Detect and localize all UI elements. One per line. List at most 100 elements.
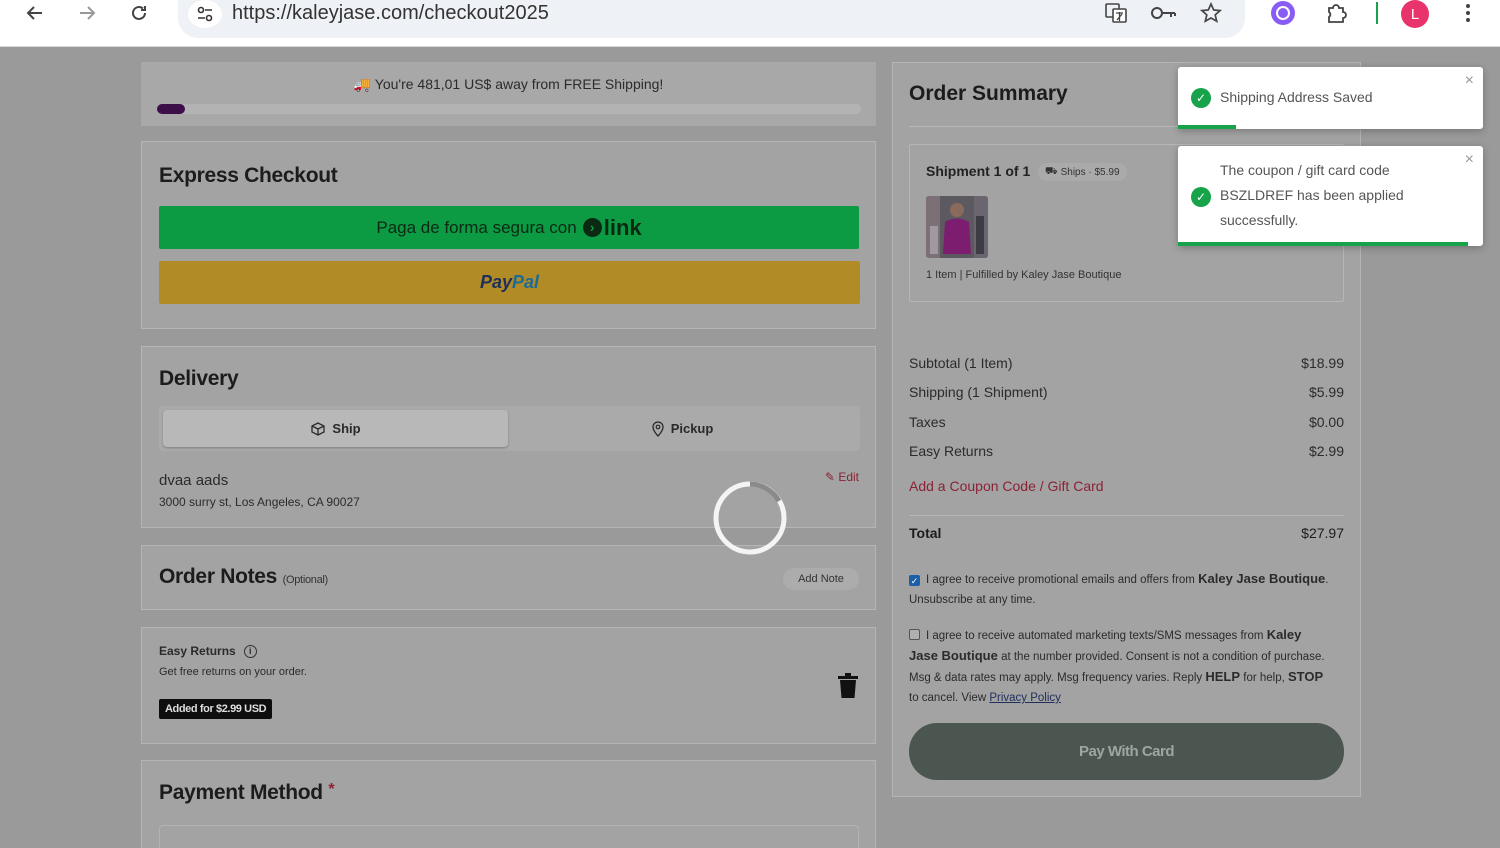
edit-address-link[interactable]: ✎ Edit — [825, 470, 859, 484]
browser-menu-button[interactable] — [1453, 0, 1483, 26]
toolbar-divider — [1376, 2, 1378, 24]
summary-row-label: Taxes — [909, 414, 946, 430]
sms-consent-checkbox[interactable] — [909, 629, 920, 640]
link-pay-button[interactable]: Paga de forma segura con › link — [159, 206, 859, 249]
summary-row-value: $0.00 — [1308, 414, 1344, 430]
reload-button[interactable] — [122, 0, 156, 26]
sms-consent-text-c: for help, — [1243, 672, 1285, 684]
product-thumbnail[interactable] — [926, 196, 988, 258]
payment-method-title: Payment Method * — [159, 781, 335, 805]
total-row: Total $27.97 — [909, 525, 1344, 541]
info-icon[interactable]: i — [243, 644, 257, 658]
email-consent-text-a: I agree to receive promotional emails an… — [926, 574, 1195, 586]
tab-ship-label: Ship — [332, 421, 361, 436]
link-pay-label: Paga de forma segura con — [376, 217, 577, 237]
address-bar[interactable]: https://kaleyjase.com/checkout2025 — [178, 0, 1245, 38]
payment-method-section: Payment Method * — [141, 760, 876, 848]
add-coupon-link[interactable]: Add a Coupon Code / Gift Card — [909, 478, 1104, 494]
total-value: $27.97 — [1301, 525, 1344, 541]
easy-returns-title: Easy Returns i — [159, 644, 257, 658]
order-notes-title: Order Notes (Optional) — [159, 565, 328, 589]
bookmark-button[interactable] — [1196, 0, 1226, 26]
summary-row-value: $18.99 — [1301, 355, 1344, 371]
profile-avatar[interactable]: L — [1401, 0, 1429, 28]
shipment-title: Shipment 1 of 1 — [926, 163, 1031, 179]
product-image — [926, 196, 988, 258]
check-circle-icon: ✓ — [1191, 187, 1211, 207]
toast-message: Shipping Address Saved — [1220, 89, 1373, 105]
sms-consent: I agree to receive automated marketing t… — [909, 625, 1329, 708]
free-shipping-banner: 🚚 You're 481,01 US$ away from FREE Shipp… — [141, 62, 876, 126]
free-shipping-progress-fill — [157, 104, 186, 114]
summary-row-label: Subtotal (1 Item) — [909, 355, 1013, 371]
tune-icon — [197, 6, 213, 22]
easy-returns-added-badge: Added for $2.99 USD — [159, 699, 273, 719]
star-icon — [1200, 2, 1222, 23]
summary-row-easy-returns: Easy Returns $2.99 — [909, 443, 1344, 459]
kebab-menu-icon — [1466, 4, 1470, 22]
trash-icon[interactable] — [837, 673, 859, 699]
divider — [909, 515, 1344, 516]
optional-label: (Optional) — [282, 574, 329, 586]
email-consent-checkbox[interactable]: ✓ — [909, 575, 920, 586]
delivery-method-tabs: Ship Pickup — [159, 406, 860, 451]
privacy-policy-link[interactable]: Privacy Policy — [989, 692, 1061, 704]
easy-returns-subtitle: Get free returns on your order. — [159, 666, 307, 678]
express-checkout-section: Express Checkout Paga de forma segura co… — [141, 141, 876, 329]
toast-message: The coupon / gift card code BSZLDREF has… — [1220, 162, 1404, 228]
free-shipping-progress — [157, 104, 861, 114]
payment-method-title-text: Payment Method — [159, 781, 323, 804]
link-brand: link — [603, 214, 642, 240]
delivery-truck-icon: 🚚 — [353, 76, 372, 92]
pencil-icon: ✎ — [824, 470, 835, 484]
ai-extension-button[interactable] — [1268, 0, 1298, 26]
back-button[interactable] — [18, 0, 52, 26]
ai-extension-icon — [1271, 1, 1295, 25]
sms-stop-keyword: STOP — [1288, 669, 1324, 684]
translate-button[interactable] — [1101, 0, 1131, 26]
edit-label: Edit — [838, 470, 859, 484]
site-settings-button[interactable] — [188, 0, 222, 28]
sms-consent-text-a: I agree to receive automated marketing t… — [926, 630, 1264, 642]
forward-button[interactable] — [70, 0, 104, 26]
tab-pickup[interactable]: Pickup — [508, 410, 856, 447]
easy-returns-section: Easy Returns i Get free returns on your … — [141, 627, 876, 744]
order-summary-title: Order Summary — [909, 82, 1068, 105]
truck-icon: ⛟ — [1045, 165, 1058, 177]
password-button[interactable] — [1148, 0, 1178, 26]
shipping-cost-badge-text: Ships · $5.99 — [1060, 166, 1120, 178]
email-consent: ✓ I agree to receive promotional emails a… — [909, 569, 1329, 610]
close-icon[interactable]: × — [1465, 151, 1474, 169]
translate-icon — [1105, 3, 1127, 23]
reload-icon — [132, 5, 146, 20]
paypal-logo-part2: Pal — [512, 272, 540, 292]
sms-consent-text-d: to cancel. View — [909, 692, 987, 704]
url-text[interactable]: https://kaleyjase.com/checkout2025 — [232, 2, 549, 25]
puzzle-icon — [1328, 4, 1347, 23]
address-line: 3000 surry st, Los Angeles, CA 90027 — [159, 495, 360, 509]
delivery-title: Delivery — [159, 367, 239, 390]
summary-row-taxes: Taxes $0.00 — [909, 414, 1344, 430]
email-consent-brand: Kaley Jase Boutique — [1198, 571, 1326, 586]
location-pin-icon — [652, 420, 664, 437]
summary-row-subtotal: Subtotal (1 Item) $18.99 — [909, 355, 1344, 371]
add-note-button[interactable]: Add Note — [783, 568, 859, 590]
payment-option-card[interactable] — [159, 825, 859, 848]
pay-with-card-button[interactable]: Pay With Card — [909, 723, 1344, 780]
sms-help-keyword: HELP — [1205, 669, 1241, 684]
toast-progress — [1178, 242, 1468, 246]
address-name: dvaa aads — [159, 472, 229, 489]
summary-row-value: $2.99 — [1308, 443, 1344, 459]
link-arrow-icon: › — [582, 218, 602, 237]
paypal-button[interactable]: Pay Pal — [159, 261, 860, 304]
toast-progress — [1178, 125, 1236, 129]
summary-row-label: Shipping (1 Shipment) — [909, 384, 1048, 400]
check-circle-icon: ✓ — [1191, 88, 1211, 108]
extensions-button[interactable] — [1322, 0, 1352, 26]
shipment-meta: 1 Item | Fulfilled by Kaley Jase Boutiqu… — [926, 269, 1122, 281]
key-icon — [1151, 7, 1176, 19]
close-icon[interactable]: × — [1465, 72, 1474, 90]
summary-row-value: $5.99 — [1308, 384, 1344, 400]
tab-ship[interactable]: Ship — [163, 410, 508, 447]
paypal-logo-part1: Pay — [479, 272, 512, 292]
